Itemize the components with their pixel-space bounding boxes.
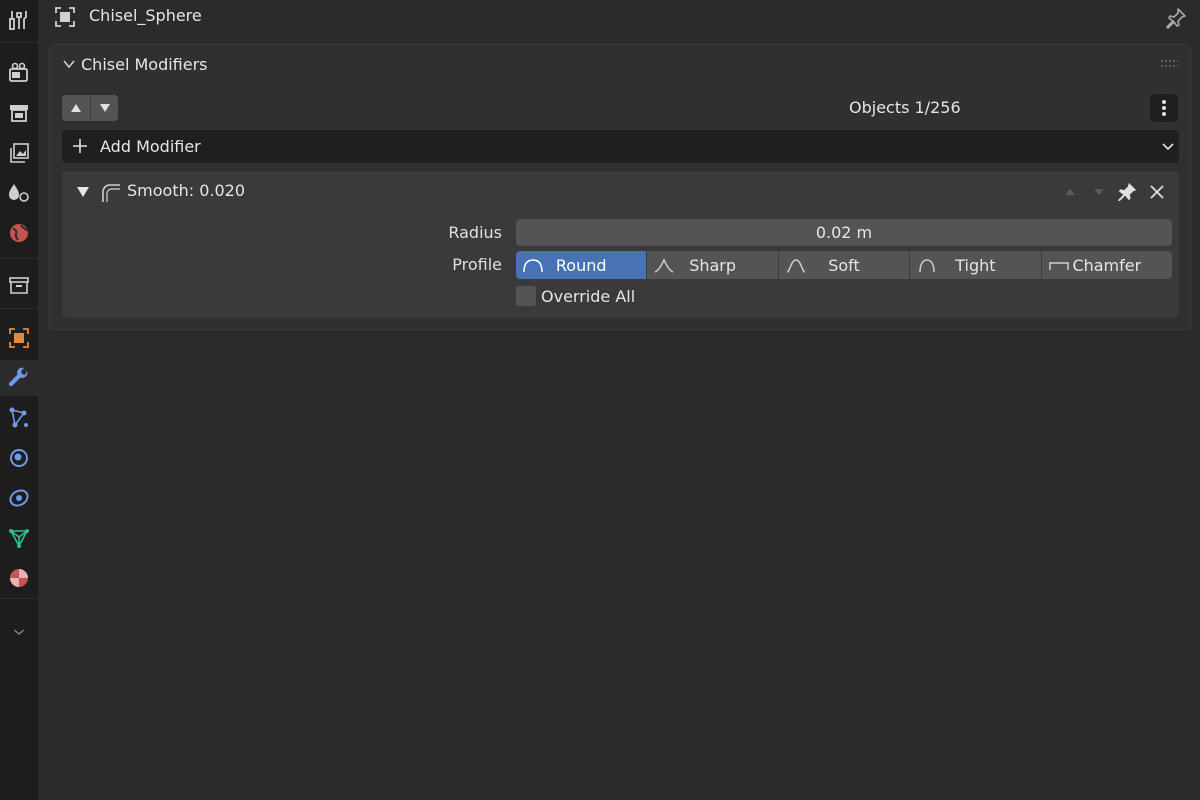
tab-constraints[interactable] [0,480,38,516]
profile-round-button[interactable]: Round [516,251,647,279]
object-name: Chisel_Sphere [89,6,202,25]
radius-field[interactable]: 0.02 m [516,219,1172,246]
tab-view-layer[interactable] [0,135,38,171]
triangle-up-icon [1065,189,1075,195]
triangle-down-icon [1094,189,1104,195]
wrench-icon [8,367,28,387]
collection-icon [9,277,29,294]
output-icon [10,105,28,122]
vertical-ellipsis-icon [1162,100,1166,116]
mesh-data-icon [9,529,29,548]
modifier-pin-button[interactable] [1116,181,1138,203]
override-all-label: Override All [541,286,636,306]
profile-round-icon [523,259,543,273]
pin-icon [1117,182,1137,202]
tab-object[interactable] [0,320,38,356]
radius-label: Radius [448,223,502,242]
modifier-remove-button[interactable] [1146,181,1168,203]
add-modifier-label: Add Modifier [100,137,201,156]
profile-chamfer-label: Chamfer [1072,255,1142,275]
chevron-down-icon [63,60,75,69]
view-layer-icon [10,143,29,163]
profile-sharp-icon [655,258,674,273]
material-icon [10,569,28,587]
profile-chamfer-button[interactable]: Chamfer [1040,251,1172,279]
object-data-icon [55,7,75,27]
profile-tight-icon [919,259,935,273]
modifier-move-down-button[interactable] [1088,181,1110,203]
scene-icon [9,184,29,202]
tab-tool[interactable] [0,2,38,38]
add-modifier-button[interactable]: Add Modifier [62,130,1179,163]
profile-sharp-label: Sharp [689,255,737,275]
more-options-button[interactable] [1150,94,1178,122]
close-icon [1150,185,1164,199]
profile-round-label: Round [555,255,607,275]
world-icon [10,224,28,242]
panel-header[interactable]: Chisel Modifiers [50,45,1190,83]
tab-particles[interactable] [0,400,38,436]
object-icon [9,328,29,348]
chevron-down-icon [13,629,25,635]
render-icon [9,62,28,82]
profile-tight-label: Tight [955,255,996,275]
chevron-down-icon [1162,143,1174,151]
drag-grip-icon[interactable] [1160,59,1178,69]
override-all-checkbox[interactable]: Override All [516,285,635,307]
tool-icon [9,11,27,30]
tab-modifiers[interactable] [0,360,38,396]
modifier-move-up-button[interactable] [1059,181,1081,203]
panel-title: Chisel Modifiers [81,55,208,74]
tab-collection[interactable] [0,267,38,303]
properties-header: Chisel_Sphere [38,0,1200,36]
move-up-down-buttons [62,95,118,121]
pin-icon[interactable] [1164,6,1188,30]
tab-material[interactable] [0,560,38,596]
tab-render[interactable] [0,55,38,91]
particles-icon [9,407,28,428]
profile-label: Profile [452,255,502,274]
profile-soft-label: Soft [828,255,860,275]
properties-tab-bar [0,0,38,800]
modifier-name: Smooth: 0.020 [127,181,246,200]
checkbox-box[interactable] [516,286,536,306]
triangle-down-icon [99,104,110,112]
properties-editor: Chisel_Sphere Chisel Modifiers Objects 1… [0,0,1200,800]
profile-selector: Round Sharp Soft Tight Chamfer [516,251,1172,279]
collapse-triangle-icon[interactable] [76,186,90,198]
tab-more[interactable] [0,614,38,650]
objects-count: Objects 1/256 [849,98,961,117]
modifier-smooth: Smooth: 0.020 Radius 0.02 m Profile Roun… [62,171,1179,318]
physics-icon [10,449,28,467]
tab-world[interactable] [0,215,38,251]
profile-soft-icon [786,259,806,273]
tab-data[interactable] [0,520,38,556]
tab-scene[interactable] [0,175,38,211]
tab-physics[interactable] [0,440,38,476]
chisel-modifiers-panel: Chisel Modifiers Objects 1/256 Add Modif… [49,44,1191,330]
tab-output[interactable] [0,95,38,131]
profile-chamfer-icon [1048,262,1069,270]
bevel-modifier-icon [102,184,120,202]
move-up-button[interactable] [62,95,90,121]
profile-soft-button[interactable]: Soft [777,251,910,279]
profile-tight-button[interactable]: Tight [909,251,1041,279]
move-down-button[interactable] [90,95,118,121]
plus-icon [73,139,87,153]
profile-sharp-button[interactable]: Sharp [646,251,778,279]
triangle-up-icon [71,104,81,112]
constraints-icon [9,489,29,507]
